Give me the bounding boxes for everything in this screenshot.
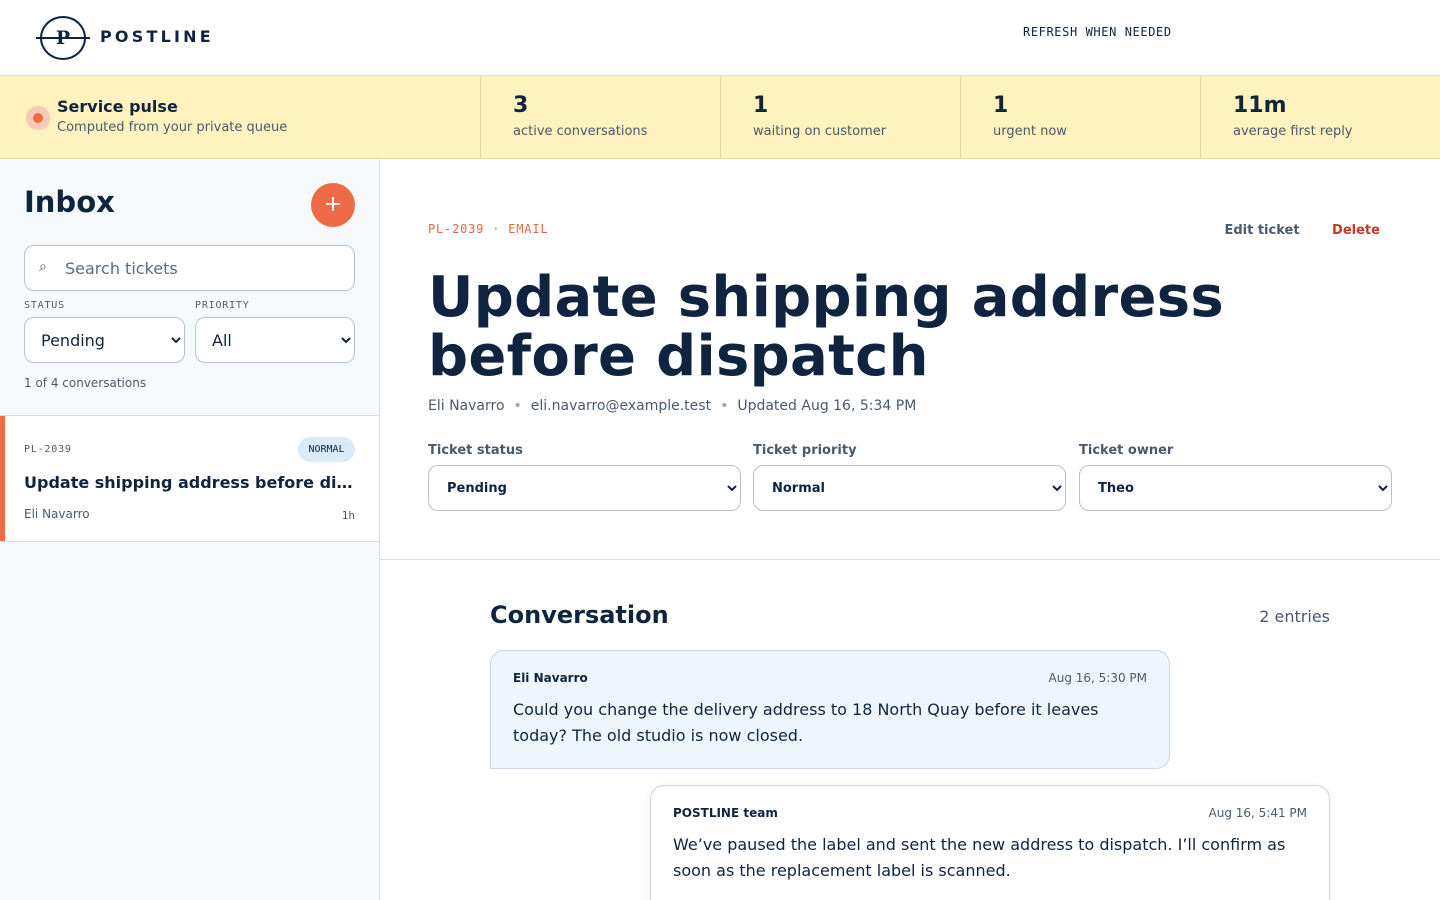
conversation-count: 1 of 4 conversations bbox=[24, 376, 147, 390]
ticket-owner-select[interactable]: Theo bbox=[1079, 465, 1392, 511]
edit-ticket-button[interactable]: Edit ticket bbox=[1215, 218, 1309, 242]
stat-active-conversations: 3 active conversations bbox=[480, 76, 720, 159]
stat-average-first-reply: 11m average first reply bbox=[1200, 76, 1440, 159]
entries-count: 2 entries bbox=[1259, 607, 1330, 626]
ticket-heading: Update shipping address before dispatch bbox=[428, 265, 1225, 389]
priority-filter-select[interactable]: All bbox=[195, 317, 355, 363]
ticket-meta: PL-2039 · EMAIL bbox=[428, 222, 549, 236]
team-message: POSTLINE team Aug 16, 5:41 PM We’ve paus… bbox=[650, 785, 1330, 900]
top-header: P POSTLINE REFRESH WHEN NEEDED bbox=[0, 0, 1440, 76]
stat-value: 1 bbox=[753, 93, 769, 118]
dot-separator: • bbox=[720, 398, 729, 414]
ticket-list-item[interactable]: PL-2039 NORMAL Update shipping address b… bbox=[0, 415, 379, 542]
refresh-hint: REFRESH WHEN NEEDED bbox=[1023, 25, 1172, 39]
section-divider bbox=[380, 559, 1440, 560]
search-icon: ⌕ bbox=[39, 259, 47, 275]
stat-label: average first reply bbox=[1233, 124, 1353, 139]
priority-filter-label: PRIORITY bbox=[195, 300, 250, 311]
ticket-title: Update shipping address before dispatch bbox=[24, 473, 354, 492]
stat-value: 1 bbox=[993, 93, 1009, 118]
stat-value: 3 bbox=[513, 93, 529, 118]
message-author: POSTLINE team bbox=[673, 806, 778, 820]
pulse-title: Service pulse bbox=[57, 97, 178, 116]
message-author: Eli Navarro bbox=[513, 671, 588, 685]
ticket-age: 1h bbox=[341, 509, 355, 522]
dot-separator: • bbox=[513, 398, 522, 414]
stat-label: urgent now bbox=[993, 124, 1067, 139]
customer-message: Eli Navarro Aug 16, 5:30 PM Could you ch… bbox=[490, 650, 1170, 769]
new-ticket-button[interactable]: + bbox=[311, 183, 355, 227]
ticket-byline: Eli Navarro • eli.navarro@example.test • Upd… bbox=[428, 398, 916, 414]
stat-waiting-on-customer: 1 waiting on customer bbox=[720, 76, 960, 159]
updated-timestamp: Updated Aug 16, 5:34 PM bbox=[737, 398, 917, 414]
ticket-status-label: Ticket status bbox=[428, 443, 523, 458]
status-filter-select[interactable]: Pending bbox=[24, 317, 185, 363]
postline-logo-icon: P bbox=[36, 16, 90, 60]
ticket-priority-label: Ticket priority bbox=[753, 443, 857, 458]
delete-ticket-button[interactable]: Delete bbox=[1323, 218, 1389, 242]
search-input[interactable] bbox=[65, 254, 345, 282]
customer-name: Eli Navarro bbox=[428, 398, 505, 414]
logo-letter: P bbox=[55, 27, 71, 49]
ticket-priority-select[interactable]: Normal bbox=[753, 465, 1066, 511]
priority-badge: NORMAL bbox=[298, 437, 355, 462]
brand-name: POSTLINE bbox=[100, 27, 214, 46]
pulse-status-icon bbox=[26, 106, 50, 130]
ticket-id: PL-2039 bbox=[24, 444, 72, 455]
message-body: We’ve paused the label and sent the new … bbox=[673, 835, 1286, 880]
inbox-title: Inbox bbox=[24, 185, 115, 219]
ticket-status-select[interactable]: Pending bbox=[428, 465, 741, 511]
message-time: Aug 16, 5:30 PM bbox=[1048, 671, 1148, 685]
selected-indicator bbox=[0, 416, 5, 541]
stat-label: waiting on customer bbox=[753, 124, 887, 139]
pulse-subtitle: Computed from your private queue bbox=[57, 120, 288, 135]
ticket-customer: Eli Navarro bbox=[24, 507, 90, 521]
customer-email[interactable]: eli.navarro@example.test bbox=[531, 398, 711, 414]
message-time: Aug 16, 5:41 PM bbox=[1208, 806, 1308, 820]
stat-value: 11m bbox=[1233, 93, 1287, 118]
stat-label: active conversations bbox=[513, 124, 648, 139]
stat-urgent-now: 1 urgent now bbox=[960, 76, 1200, 159]
status-filter-label: STATUS bbox=[24, 300, 65, 311]
ticket-owner-label: Ticket owner bbox=[1079, 443, 1174, 458]
message-body: Could you change the delivery address to… bbox=[513, 700, 1099, 745]
search-box[interactable]: ⌕ bbox=[24, 245, 355, 291]
conversation-title: Conversation bbox=[490, 601, 669, 629]
